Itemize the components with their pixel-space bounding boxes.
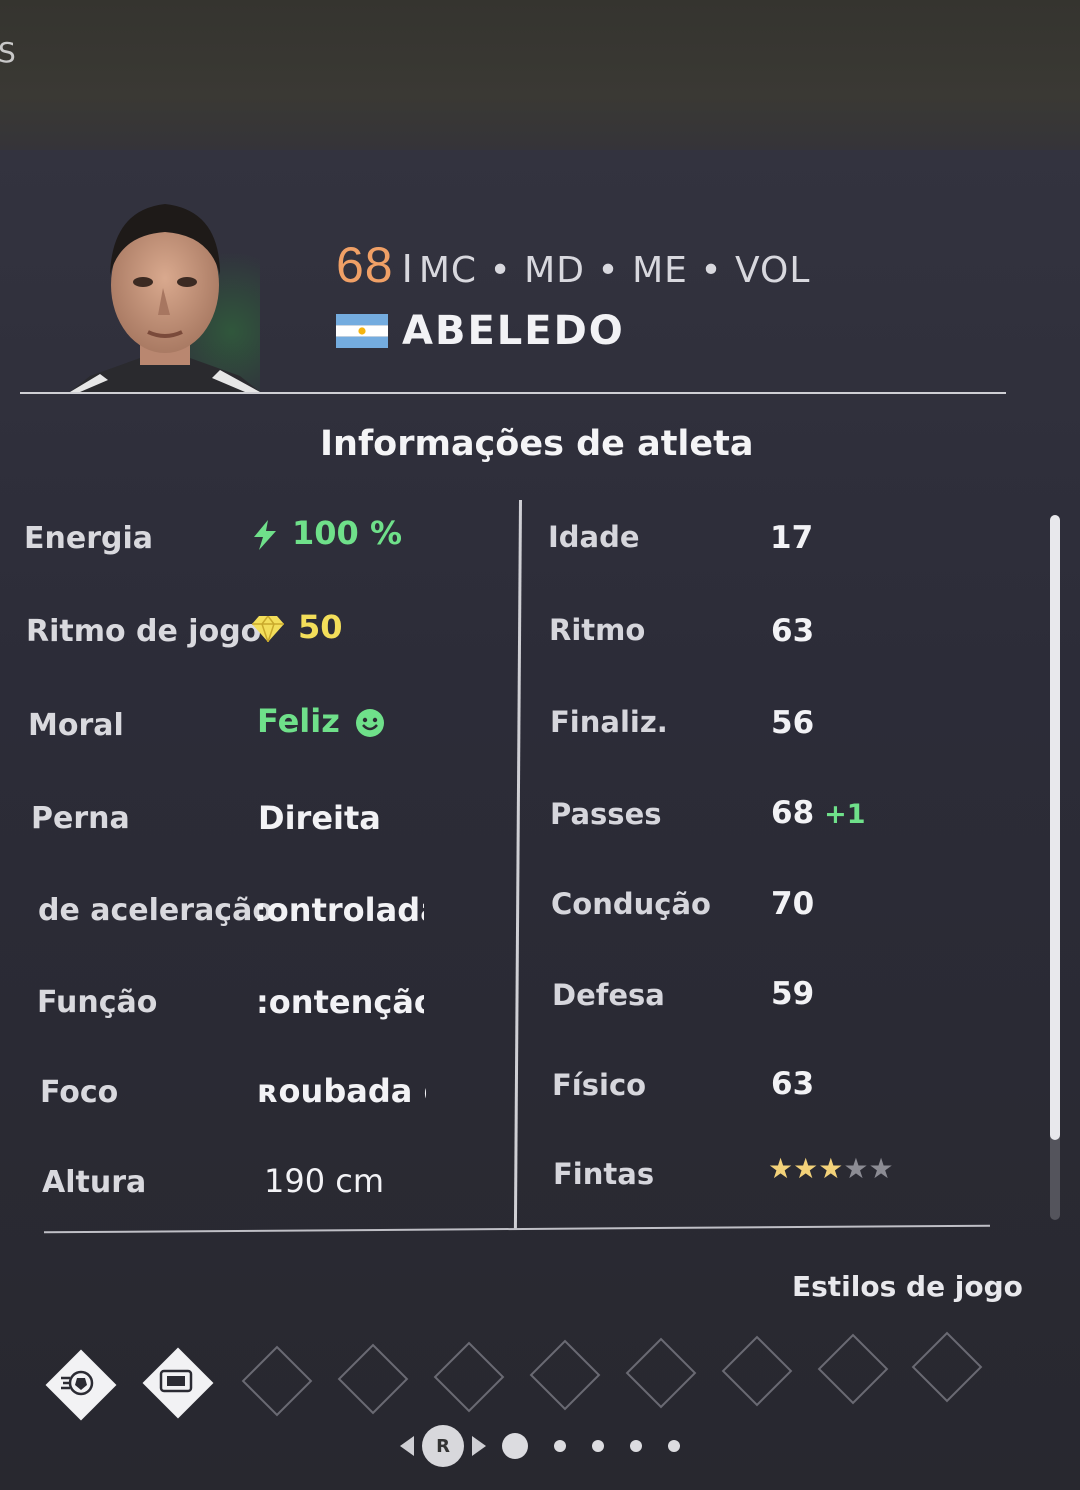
edge-letter: S — [0, 36, 16, 69]
shooting-value: 56 — [771, 705, 815, 741]
foot-label: Perna — [31, 801, 130, 836]
focus-label: Foco — [40, 1075, 119, 1110]
focus-value: ʀoubada de — [258, 1072, 426, 1110]
morale-label: Moral — [28, 708, 124, 743]
star-icon: ★ — [843, 1152, 869, 1185]
age-value: 17 — [770, 520, 814, 556]
age-label: Idade — [548, 520, 640, 554]
skill-moves-stars: ★★★★★ — [768, 1152, 894, 1185]
playstyles-label: Estilos de jogo — [792, 1270, 1023, 1303]
r-button[interactable]: R — [422, 1425, 464, 1467]
ticket-play-icon — [143, 1348, 209, 1414]
match-rhythm-value: 50 — [298, 608, 343, 646]
morale-value: Feliz — [257, 702, 340, 740]
defending-value: 59 — [771, 976, 815, 1012]
prev-page-icon[interactable] — [400, 1436, 414, 1456]
page-indicator: R — [400, 1424, 706, 1468]
role-label: Função — [37, 985, 158, 1020]
pace-value: 63 — [771, 613, 815, 649]
page-dot[interactable] — [668, 1440, 680, 1452]
energy-value-group: 100 % — [252, 514, 402, 552]
star-icon: ★ — [868, 1152, 894, 1185]
star-icon: ★ — [768, 1152, 794, 1185]
overall-rating: 68 — [336, 237, 394, 293]
physical-label: Físico — [552, 1068, 647, 1102]
next-page-icon[interactable] — [472, 1436, 486, 1456]
rating-positions-row: 68 I MC • MD • ME • VOL — [336, 236, 810, 294]
smiley-icon — [355, 709, 384, 737]
shooting-label: Finaliz. — [550, 705, 668, 739]
header-divider — [20, 392, 1006, 394]
morale-value-group: Feliz — [257, 702, 385, 740]
match-rhythm-value-group: 50 — [252, 608, 343, 646]
positions-list: MC • MD • ME • VOL — [418, 250, 811, 291]
scrollbar-thumb[interactable] — [1050, 515, 1060, 1140]
lightning-icon — [254, 520, 276, 550]
page-dot[interactable] — [554, 1440, 566, 1452]
diamond-icon — [252, 616, 284, 642]
acceleration-label: de aceleração — [38, 893, 273, 928]
passing-value-group: 68 +1 — [771, 795, 866, 831]
passing-value: 68 — [771, 795, 815, 831]
rating-separator: I — [401, 247, 413, 291]
dribbling-value: 70 — [771, 886, 815, 922]
player-name-row: ABELEDO — [336, 308, 625, 354]
match-rhythm-label: Ritmo de jogo — [26, 614, 262, 649]
star-icon: ★ — [818, 1152, 844, 1185]
energy-label: Energia — [24, 521, 153, 556]
section-title: Informações de atleta — [320, 424, 754, 464]
skill-moves-label: Fintas — [553, 1157, 655, 1191]
pace-label: Ritmo — [549, 613, 646, 647]
role-value: :ontenção — [256, 983, 424, 1021]
page-dot[interactable] — [630, 1440, 642, 1452]
player-name: ABELEDO — [402, 308, 625, 354]
dribbling-label: Condução — [551, 887, 711, 921]
screen-background-top: S — [0, 0, 1080, 160]
height-label: Altura — [42, 1165, 147, 1200]
page-dot[interactable] — [592, 1440, 604, 1452]
passing-boost: +1 — [824, 799, 866, 830]
star-icon: ★ — [793, 1152, 819, 1185]
defending-label: Defesa — [552, 978, 665, 1012]
foot-value: Direita — [258, 799, 381, 837]
acceleration-value: :ontrolada — [254, 891, 424, 929]
physical-value: 63 — [771, 1066, 815, 1102]
ball-play-icon — [46, 1350, 112, 1416]
scrollbar[interactable] — [1050, 515, 1060, 1220]
height-value: 190 cm — [264, 1162, 385, 1200]
passing-label: Passes — [550, 797, 662, 831]
player-avatar — [70, 190, 260, 392]
page-dot-active[interactable] — [502, 1433, 528, 1459]
energy-value: 100 % — [292, 514, 402, 552]
argentina-flag-icon — [336, 314, 388, 348]
